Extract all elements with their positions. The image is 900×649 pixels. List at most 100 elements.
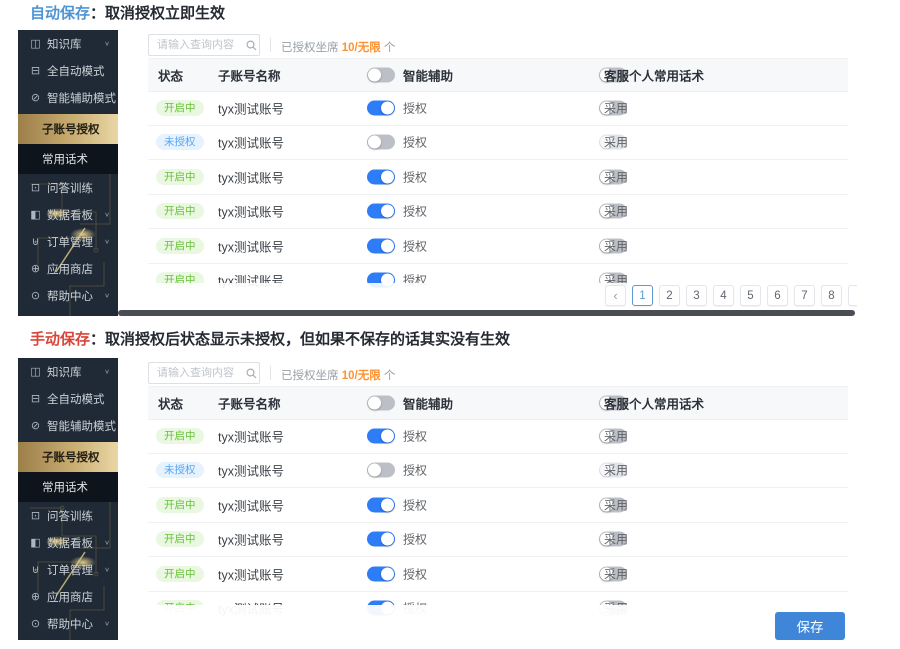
authorize-toggle[interactable] bbox=[367, 497, 395, 512]
search-box bbox=[148, 362, 260, 384]
sidebar-item-app-store[interactable]: ⊕ 应用商店 bbox=[18, 255, 118, 282]
search-input[interactable] bbox=[149, 367, 243, 379]
authorize-toggle[interactable] bbox=[367, 204, 395, 219]
assist-icon: ⊘ bbox=[29, 91, 42, 104]
robot-icon: ⊟ bbox=[29, 64, 42, 77]
title-rest: ：取消授权后状态显示未授权，但如果不保存的话其实没有生效 bbox=[90, 331, 510, 348]
sidebar-item-full-auto-mode[interactable]: ⊟ 全自动模式 bbox=[18, 57, 118, 84]
adopt-label: 采用 bbox=[604, 427, 628, 444]
sidebar: ◫ 知识库 ∨ ⊟ 全自动模式 ⊘ 智能辅助模式 ∧ 子账号授权 常用话术 ⊡ … bbox=[18, 30, 118, 316]
authorize-toggle[interactable] bbox=[367, 169, 395, 184]
authorize-label: 授权 bbox=[403, 99, 427, 116]
sidebar-item-data-dashboard[interactable]: ◧ 数据看板 ∨ bbox=[18, 201, 118, 228]
pagination-page-button[interactable]: 5 bbox=[740, 285, 761, 306]
status-badge: 开启中 bbox=[156, 428, 204, 444]
pagination-next-button[interactable]: › bbox=[848, 285, 857, 306]
help-icon: ⊙ bbox=[29, 617, 42, 630]
authorize-toggle[interactable] bbox=[367, 238, 395, 253]
status-badge: 开启中 bbox=[156, 100, 204, 116]
sidebar-item-order-management[interactable]: ⊎ 订单管理 ∨ bbox=[18, 556, 118, 583]
status-badge: 开启中 bbox=[156, 566, 204, 582]
table-body: 开启中 tyx测试账号 授权 采用 未授权 tyx测试账号 授权 采用 开启中 … bbox=[148, 419, 848, 626]
pagination-page-button[interactable]: 3 bbox=[686, 285, 707, 306]
sidebar-item-label: 订单管理 bbox=[47, 562, 93, 578]
store-icon: ⊕ bbox=[29, 262, 42, 275]
status-badge: 开启中 bbox=[156, 203, 204, 219]
status-badge: 未授权 bbox=[156, 134, 204, 150]
save-button[interactable]: 保存 bbox=[775, 612, 845, 640]
sidebar: ◫ 知识库 ∨ ⊟ 全自动模式 ⊘ 智能辅助模式 ∧ 子账号授权 常用话术 ⊡ … bbox=[18, 358, 118, 640]
header-status: 状态 bbox=[158, 66, 183, 85]
pagination-page-button[interactable]: 6 bbox=[767, 285, 788, 306]
sidebar-item-help-center[interactable]: ⊙ 帮助中心 ∨ bbox=[18, 282, 118, 309]
chevron-down-icon: ∨ bbox=[104, 539, 110, 546]
sidebar-item-label: 全自动模式 bbox=[47, 391, 105, 407]
search-input[interactable] bbox=[149, 39, 243, 51]
sidebar-item-label: 数据看板 bbox=[47, 535, 93, 551]
pagination-page-button[interactable]: 1 bbox=[632, 285, 653, 306]
sidebar-item-data-dashboard[interactable]: ◧ 数据看板 ∨ bbox=[18, 529, 118, 556]
authorize-label: 授权 bbox=[403, 496, 427, 513]
search-icon[interactable] bbox=[243, 40, 259, 51]
sidebar-item-smart-assist-mode[interactable]: ⊘ 智能辅助模式 ∧ bbox=[18, 84, 118, 111]
sidebar-item-smart-assist-mode[interactable]: ⊘ 智能辅助模式 ∧ bbox=[18, 412, 118, 439]
sidebar-item-label: 应用商店 bbox=[47, 589, 93, 605]
status-badge: 开启中 bbox=[156, 497, 204, 513]
chevron-down-icon: ∨ bbox=[104, 292, 110, 299]
search-icon[interactable] bbox=[243, 368, 259, 379]
account-name: tyx测试账号 bbox=[218, 530, 284, 549]
pagination-page-button[interactable]: 2 bbox=[659, 285, 680, 306]
table-row: 开启中 tyx测试账号 授权 采用 bbox=[148, 160, 848, 195]
pagination-page-button[interactable]: 8 bbox=[821, 285, 842, 306]
sidebar-item-label: 问答训练 bbox=[47, 180, 93, 196]
sidebar-item-subaccount-auth[interactable]: 子账号授权 bbox=[18, 442, 118, 472]
adopt-label: 采用 bbox=[604, 134, 628, 151]
sidebar-item-qa-training[interactable]: ⊡ 问答训练 bbox=[18, 174, 118, 201]
adopt-label: 采用 bbox=[604, 462, 628, 479]
pagination-page-button[interactable]: 4 bbox=[713, 285, 734, 306]
sidebar-item-help-center[interactable]: ⊙ 帮助中心 ∨ bbox=[18, 610, 118, 637]
sidebar-item-knowledge-base[interactable]: ◫ 知识库 ∨ bbox=[18, 358, 118, 385]
authorize-toggle[interactable] bbox=[367, 566, 395, 581]
authorize-toggle[interactable] bbox=[367, 463, 395, 478]
assist-master-toggle[interactable] bbox=[367, 396, 395, 411]
pagination-page-button[interactable]: 7 bbox=[794, 285, 815, 306]
sidebar-item-app-store[interactable]: ⊕ 应用商店 bbox=[18, 583, 118, 610]
sidebar-item-subaccount-auth[interactable]: 子账号授权 bbox=[18, 114, 118, 144]
sidebar-item-qa-training[interactable]: ⊡ 问答训练 bbox=[18, 502, 118, 529]
table-body: 开启中 tyx测试账号 授权 采用 未授权 tyx测试账号 授权 采用 开启中 … bbox=[148, 91, 848, 298]
sidebar-item-knowledge-base[interactable]: ◫ 知识库 ∨ bbox=[18, 30, 118, 57]
divider bbox=[270, 366, 271, 380]
authorize-label: 授权 bbox=[403, 427, 427, 444]
book-icon: ◫ bbox=[29, 37, 42, 50]
bag-icon: ⊎ bbox=[29, 235, 42, 248]
horizontal-scrollbar[interactable] bbox=[118, 310, 855, 316]
header-phrases-label: 客服个人常用话术 bbox=[604, 394, 704, 413]
sidebar-item-common-phrases[interactable]: 常用话术 bbox=[18, 144, 118, 174]
pagination-prev-button[interactable]: ‹ bbox=[605, 285, 626, 306]
header-assist-label: 智能辅助 bbox=[403, 66, 453, 85]
sidebar-item-common-phrases[interactable]: 常用话术 bbox=[18, 472, 118, 502]
title-highlight: 自动保存 bbox=[30, 5, 90, 22]
authorize-toggle[interactable] bbox=[367, 532, 395, 547]
sidebar-item-label: 应用商店 bbox=[47, 261, 93, 277]
authorize-toggle[interactable] bbox=[367, 100, 395, 115]
header-phrases-label: 客服个人常用话术 bbox=[604, 66, 704, 85]
authorize-toggle[interactable] bbox=[367, 428, 395, 443]
section-title-manual-save: 手动保存：取消授权后状态显示未授权，但如果不保存的话其实没有生效 bbox=[30, 330, 510, 350]
assist-master-toggle[interactable] bbox=[367, 68, 395, 83]
sidebar-item-label: 帮助中心 bbox=[47, 616, 93, 632]
authorize-label: 授权 bbox=[403, 565, 427, 582]
sidebar-subitem-label: 子账号授权 bbox=[42, 121, 100, 137]
chart-icon: ◧ bbox=[29, 536, 42, 549]
chart-icon: ◧ bbox=[29, 208, 42, 221]
content-area: 已授权坐席 10/无限 个 状态 子账号名称 智能辅助 客服个人常用话术 开启中… bbox=[118, 358, 857, 645]
sidebar-item-full-auto-mode[interactable]: ⊟ 全自动模式 bbox=[18, 385, 118, 412]
sidebar-item-order-management[interactable]: ⊎ 订单管理 ∨ bbox=[18, 228, 118, 255]
status-badge: 开启中 bbox=[156, 169, 204, 185]
chevron-up-icon: ∧ bbox=[104, 422, 110, 429]
panel-auto-save: ◫ 知识库 ∨ ⊟ 全自动模式 ⊘ 智能辅助模式 ∧ 子账号授权 常用话术 ⊡ … bbox=[18, 30, 857, 316]
table-row: 未授权 tyx测试账号 授权 采用 bbox=[148, 454, 848, 489]
authorize-toggle[interactable] bbox=[367, 135, 395, 150]
title-rest: ：取消授权立即生效 bbox=[90, 5, 225, 22]
